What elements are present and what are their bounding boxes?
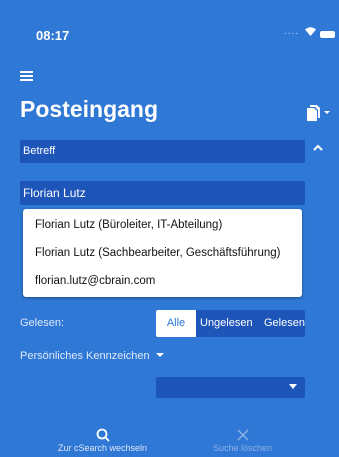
caret-down-icon <box>289 384 297 389</box>
search-icon <box>96 428 110 442</box>
suggestion-item[interactable]: florian.lutz@cbrain.com <box>35 275 155 287</box>
chevron-up-icon[interactable] <box>312 143 324 153</box>
read-filter-label: Gelesen: <box>20 317 65 329</box>
close-icon <box>237 429 248 441</box>
name-input-value: Florian Lutz <box>23 186 86 200</box>
switch-to-csearch-button[interactable]: Zur cSearch wechseln <box>50 428 155 453</box>
status-time: 08:17 <box>36 28 70 43</box>
clear-search-label: Suche löschen <box>212 443 273 453</box>
name-input[interactable]: Florian Lutz <box>20 181 305 205</box>
signal-dots: .... <box>284 26 300 37</box>
suggestion-item[interactable]: Florian Lutz (Büroleiter, IT-Abteilung) <box>35 219 222 231</box>
subject-field-label: Betreff <box>23 145 56 157</box>
suggestion-dropdown: Florian Lutz (Büroleiter, IT-Abteilung) … <box>23 209 302 297</box>
subject-field[interactable]: Betreff <box>20 140 305 163</box>
battery-icon <box>320 31 335 38</box>
clear-search-button[interactable]: Suche löschen <box>200 428 285 453</box>
caret-down-icon <box>155 353 164 357</box>
read-filter-all[interactable]: Alle <box>156 310 196 337</box>
read-filter-read[interactable]: Gelesen <box>264 310 305 337</box>
page-title: Posteingang <box>20 96 159 122</box>
read-filter-unread[interactable]: Ungelesen <box>200 310 253 337</box>
suggestion-item[interactable]: Florian Lutz (Sachbearbeiter, Geschäftsf… <box>35 247 280 259</box>
menu-icon[interactable] <box>20 71 33 81</box>
document-copy-icon[interactable] <box>305 105 337 121</box>
read-filter-segmented-control: Alle Ungelesen Gelesen <box>156 310 305 337</box>
wifi-icon <box>305 27 316 36</box>
personal-marker-toggle[interactable]: Persönliches Kennzeichen <box>20 350 165 362</box>
switch-to-csearch-label: Zur cSearch wechseln <box>57 443 148 453</box>
personal-marker-select[interactable] <box>156 377 305 398</box>
personal-marker-label: Persönliches Kennzeichen <box>20 350 150 362</box>
